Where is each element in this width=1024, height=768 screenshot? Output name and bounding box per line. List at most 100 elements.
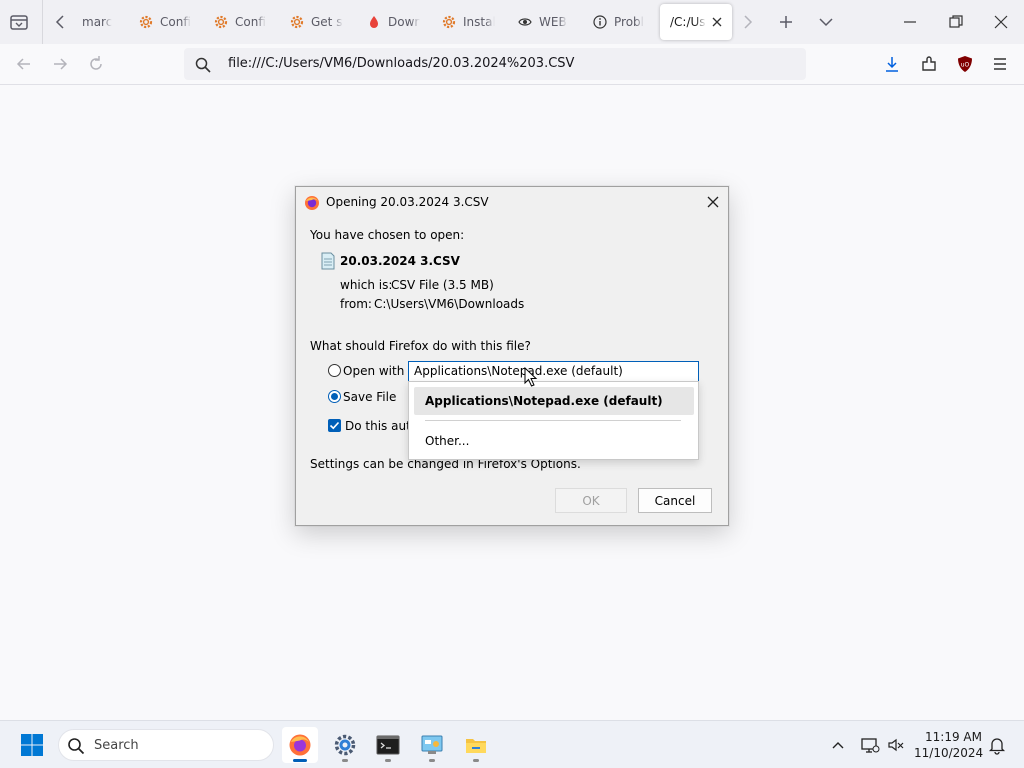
browser-tab[interactable]: marc [82,4,122,40]
file-name: 20.03.2024 3.CSV [340,254,460,268]
drop-red-icon [366,14,382,30]
active-app-indicator [293,759,307,762]
tab-title: Down [388,15,420,29]
search-icon [194,56,212,74]
mouse-cursor-icon [524,366,538,389]
tab-divider [42,0,43,44]
close-icon[interactable] [705,194,721,210]
tab-title: Confi [235,15,266,29]
downloads-icon[interactable] [882,54,902,74]
search-icon [67,737,85,755]
tab-scroll-left-icon[interactable] [52,12,70,32]
close-tab-icon[interactable] [710,15,724,29]
browser-tab[interactable]: Instal [441,4,495,40]
open-with-dropdown: Applications\Notepad.exe (default) Other… [408,381,699,460]
address-bar[interactable]: file:///C:/Users/VM6/Downloads/20.03.202… [184,48,806,80]
restore-icon[interactable] [946,12,966,32]
tab-title: Instal [463,15,495,29]
do-this-label[interactable]: Do this auto [345,419,409,433]
save-file-label[interactable]: Save File [343,390,396,404]
info-circle-icon [592,14,608,30]
ublock-shield-icon[interactable]: uO [955,54,975,74]
reload-icon[interactable] [86,54,106,74]
file-explorer-icon [466,739,486,753]
tab-title: /C:/Us [670,15,706,29]
tab-title: Get st [311,15,343,29]
gear-orange-icon [213,14,229,30]
gear-orange-icon [441,14,457,30]
tab-title: Confi [160,15,191,29]
back-icon[interactable] [14,54,34,74]
terminal-icon [376,735,400,755]
tab-title: Probl [614,15,644,29]
system-clock[interactable]: 11:19 AM 11/10/2024 [914,729,984,761]
navigation-toolbar: file:///C:/Users/VM6/Downloads/20.03.202… [0,44,1024,85]
firefox-view-icon[interactable] [8,12,30,32]
download-dialog: Opening 20.03.2024 3.CSV You have chosen… [295,186,729,526]
extensions-icon[interactable] [919,54,939,74]
browser-tab[interactable]: Probl [592,4,646,40]
checkmark-icon [329,421,340,430]
chosen-label: You have chosen to open: [310,228,465,242]
tab-title: marc [82,15,113,29]
eye-icon [517,14,533,30]
tab-title: WEB [539,15,567,29]
open-with-radio[interactable] [328,364,341,377]
taskbar-search[interactable]: Search [58,729,274,761]
dialog-title: Opening 20.03.2024 3.CSV [326,195,489,209]
forward-icon[interactable] [50,54,70,74]
dropdown-option-notepad[interactable]: Applications\Notepad.exe (default) [414,387,694,415]
running-app-indicator [342,759,348,762]
firefox-icon [304,195,320,211]
from-label: from: [340,297,372,311]
cancel-button[interactable]: Cancel [638,488,712,513]
browser-tab[interactable]: Get st [289,4,343,40]
chevron-down-icon[interactable] [816,12,836,32]
open-with-select[interactable]: Applications\Notepad.exe (default) [408,361,699,382]
csv-file-icon [320,252,336,270]
dropdown-divider [425,420,681,421]
browser-tab[interactable]: Confi [213,4,267,40]
firefox-icon [289,734,311,756]
browser-tab[interactable]: WEB [517,4,571,40]
from-path-value: C:\Users\VM6\Downloads [374,297,525,311]
settings-gear-icon [334,734,356,756]
active-browser-tab[interactable]: /C:/Us [660,4,732,40]
gear-orange-icon [289,14,305,30]
tab-scroll-right-icon[interactable] [738,12,756,32]
tab-strip: marc Confi Confi Get st Down Instal WEB … [0,0,1024,44]
taskbar-firefox[interactable] [282,727,318,763]
minimize-icon[interactable] [900,12,920,32]
browser-tab[interactable]: Confi [138,4,192,40]
gear-orange-icon [138,14,154,30]
taskbar-file-explorer[interactable] [458,727,494,763]
browser-tab[interactable]: Down [366,4,420,40]
file-type-value: CSV File (3.5 MB) [391,278,494,292]
do-this-checkbox[interactable] [328,419,341,432]
close-window-icon[interactable] [991,12,1011,32]
clock-date: 11/10/2024 [914,746,984,760]
taskbar-control-panel[interactable] [414,727,450,763]
taskbar-settings[interactable] [327,727,363,763]
search-placeholder: Search [94,738,139,753]
windows-start-icon[interactable] [20,733,44,757]
taskbar-terminal[interactable] [370,727,406,763]
running-app-indicator [385,759,391,762]
dropdown-option-other[interactable]: Other... [414,427,694,455]
running-app-indicator [473,759,479,762]
new-tab-icon[interactable] [776,12,796,32]
notification-bell-icon[interactable] [987,735,1007,755]
chevron-up-icon[interactable] [828,735,848,755]
save-file-radio[interactable] [328,390,341,403]
ok-button[interactable]: OK [555,488,627,513]
network-icon[interactable] [860,735,880,755]
open-with-select-value: Applications\Notepad.exe (default) [414,364,623,378]
url-text[interactable]: file:///C:/Users/VM6/Downloads/20.03.202… [228,56,574,71]
which-is-label: which is: [340,278,393,292]
running-app-indicator [429,759,435,762]
volume-muted-icon[interactable] [886,735,906,755]
clock-time: 11:19 AM [925,730,982,744]
open-with-label[interactable]: Open with [343,364,404,378]
taskbar: Search 11:19 AM 11/10/2024 [0,720,1024,768]
hamburger-menu-icon[interactable] [990,54,1010,74]
